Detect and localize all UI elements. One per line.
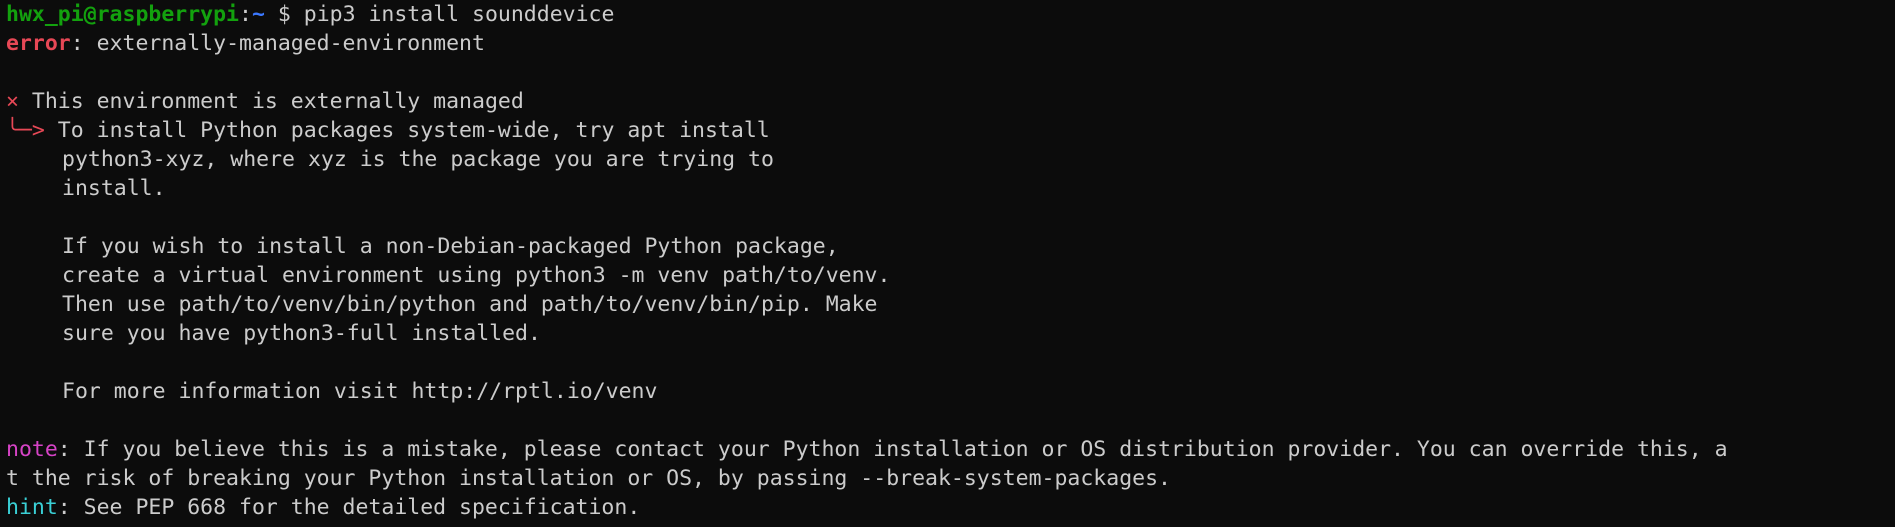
arrow-icon: ╰─> — [6, 118, 45, 143]
hint-message: : See PEP 668 for the detailed specifica… — [57, 495, 641, 520]
note-text-1: : If you believe this is a mistake, plea… — [57, 437, 1728, 462]
managed-line-0: ╰─> To install Python packages system-wi… — [6, 116, 1895, 145]
error-label: error — [6, 31, 71, 56]
managed-line-6: Then use path/to/venv/bin/python and pat… — [62, 292, 878, 317]
managed-line-1: python3-xyz, where xyz is the package yo… — [62, 147, 774, 172]
managed-line-2: install. — [62, 176, 166, 201]
note-line-1: note: If you believe this is a mistake, … — [6, 435, 1895, 464]
hint-label: hint — [6, 495, 58, 520]
prompt-user-host: hwx_pi@raspberrypi — [6, 2, 239, 27]
hint-line: hint: See PEP 668 for the detailed speci… — [6, 493, 1895, 522]
prompt-path: ~ — [251, 2, 265, 27]
terminal-window[interactable]: hwx_pi@raspberrypi:~ $ pip3 install soun… — [0, 0, 1895, 527]
managed-text-0: To install Python packages system-wide, … — [44, 118, 770, 143]
managed-title: This environment is externally managed — [18, 89, 524, 114]
note-label: note — [6, 437, 58, 462]
managed-line-7: sure you have python3-full installed. — [62, 321, 541, 346]
prompt-dollar: $ — [277, 2, 291, 27]
note-line-2: t the risk of breaking your Python insta… — [6, 466, 1171, 491]
prompt-line: hwx_pi@raspberrypi:~ $ pip3 install soun… — [6, 0, 1895, 29]
x-mark-icon: × — [6, 89, 19, 114]
prompt-colon: : — [239, 2, 252, 27]
command-text: pip3 install sounddevice — [290, 2, 615, 27]
error-message: : externally-managed-environment — [70, 31, 485, 56]
error-line: error: externally-managed-environment — [6, 29, 1895, 58]
managed-line-5: create a virtual environment using pytho… — [62, 263, 891, 288]
managed-line-8 — [6, 348, 1895, 377]
managed-title-line: × This environment is externally managed — [6, 87, 1895, 116]
managed-line-9: For more information visit http://rptl.i… — [62, 379, 658, 404]
managed-line-4: If you wish to install a non-Debian-pack… — [62, 234, 839, 259]
managed-line-3 — [6, 203, 1895, 232]
